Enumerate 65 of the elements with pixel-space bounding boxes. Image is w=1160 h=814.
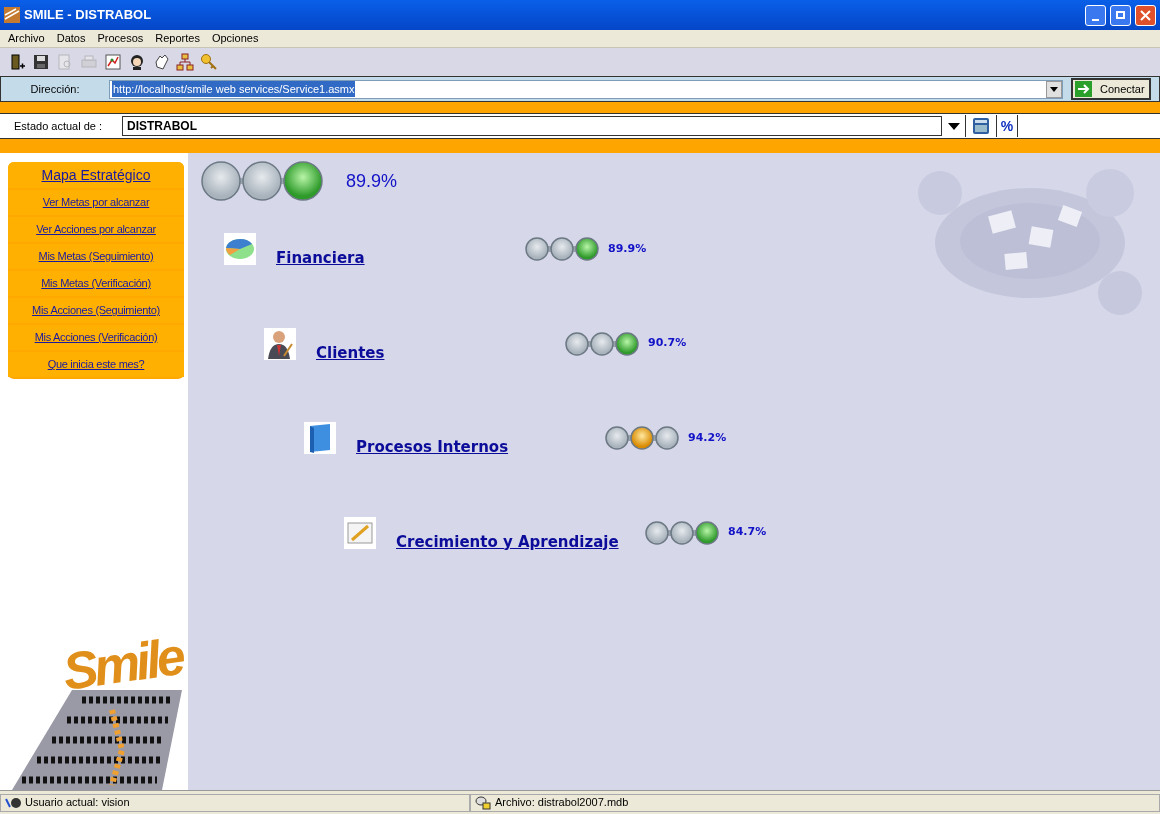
status-light-icon xyxy=(283,161,323,201)
menu-item[interactable]: Opciones xyxy=(211,30,259,47)
status-light-icon xyxy=(590,331,614,356)
percent-button[interactable]: % xyxy=(996,115,1018,137)
connect-button[interactable]: Conectar xyxy=(1071,78,1151,100)
overall-percentage: 89.9% xyxy=(346,169,398,193)
save-icon[interactable] xyxy=(32,53,50,71)
address-label: Dirección: xyxy=(29,81,81,97)
status-light-icon xyxy=(615,331,639,356)
percentage: 89.9% xyxy=(608,240,647,257)
percentage: 90.7% xyxy=(648,335,687,352)
status-light-icon xyxy=(630,426,654,450)
logo-text: Smile xyxy=(60,630,186,698)
perspective-link[interactable]: Crecimiento y Aprendizaje xyxy=(396,530,644,553)
status-light-icon xyxy=(670,520,694,545)
status-file: Archivo: distrabol2007.mdb xyxy=(495,795,629,811)
status-user: Usuario actual: vision xyxy=(25,795,130,811)
status-light-icon xyxy=(605,426,629,450)
dropdown-icon[interactable] xyxy=(1046,80,1062,98)
address-field[interactable]: http://localhost/smile web services/Service1.asmx xyxy=(109,79,1063,99)
status-light-icon xyxy=(645,520,669,545)
percentage: 84.7% xyxy=(728,524,767,541)
menu-item[interactable]: Archivo xyxy=(8,30,45,47)
status-light-icon xyxy=(695,520,719,545)
sidebar-title-link[interactable]: Mapa Estratégico xyxy=(8,162,184,188)
percentage: 94.2% xyxy=(688,429,727,446)
person-icon xyxy=(264,327,296,360)
door-icon[interactable] xyxy=(8,53,26,71)
company-field[interactable]: DISTRABOL xyxy=(122,116,942,136)
status-light-icon xyxy=(201,161,241,201)
hierarchy-icon[interactable] xyxy=(176,53,194,71)
state-label: Estado actual de : xyxy=(13,118,104,134)
sidebar-link[interactable]: Mis Metas (Seguimiento) xyxy=(8,244,184,269)
pencil-icon xyxy=(344,516,376,549)
perspective-link[interactable]: Procesos Internos xyxy=(356,436,604,459)
key-icon[interactable] xyxy=(200,53,218,71)
close-button[interactable] xyxy=(1135,4,1156,26)
status-light-icon xyxy=(550,237,574,261)
menu-item[interactable]: Reportes xyxy=(155,30,200,47)
database-icon xyxy=(475,795,491,810)
status-light-icon xyxy=(575,237,599,261)
person-icon[interactable] xyxy=(128,53,146,71)
minimize-button[interactable] xyxy=(1085,4,1106,26)
chart-icon[interactable] xyxy=(104,53,122,71)
sidebar-link[interactable]: Ver Metas por alcanzar xyxy=(8,190,184,215)
pie-chart-icon xyxy=(224,233,256,265)
restore-button[interactable] xyxy=(1110,4,1131,26)
sidebar-link[interactable]: Ver Acciones por alcanzar xyxy=(8,217,184,242)
sidebar-link[interactable]: Mis Metas (Verificación) xyxy=(8,271,184,296)
arrow-icon xyxy=(1075,81,1092,97)
sidebar-link[interactable]: Mis Acciones (Verificación) xyxy=(8,325,184,350)
app-icon xyxy=(4,7,20,23)
menu-item[interactable]: Datos xyxy=(56,30,86,47)
close-icon xyxy=(1140,9,1151,21)
status-light-icon xyxy=(655,426,679,450)
window-title: SMILE - DISTRABOL xyxy=(24,6,153,25)
sidebar-link[interactable]: Mis Acciones (Seguimiento) xyxy=(8,298,184,323)
perspective-link[interactable]: Financiera xyxy=(276,247,524,270)
perspective-link[interactable]: Clientes xyxy=(316,341,564,364)
status-light-icon xyxy=(525,237,549,261)
sidebar-link[interactable]: Que inicia este mes? xyxy=(8,352,184,377)
menu-item[interactable]: Procesos xyxy=(97,30,144,47)
binder-icon xyxy=(304,422,336,454)
status-light-icon xyxy=(242,161,282,201)
status-light-icon xyxy=(565,331,589,356)
